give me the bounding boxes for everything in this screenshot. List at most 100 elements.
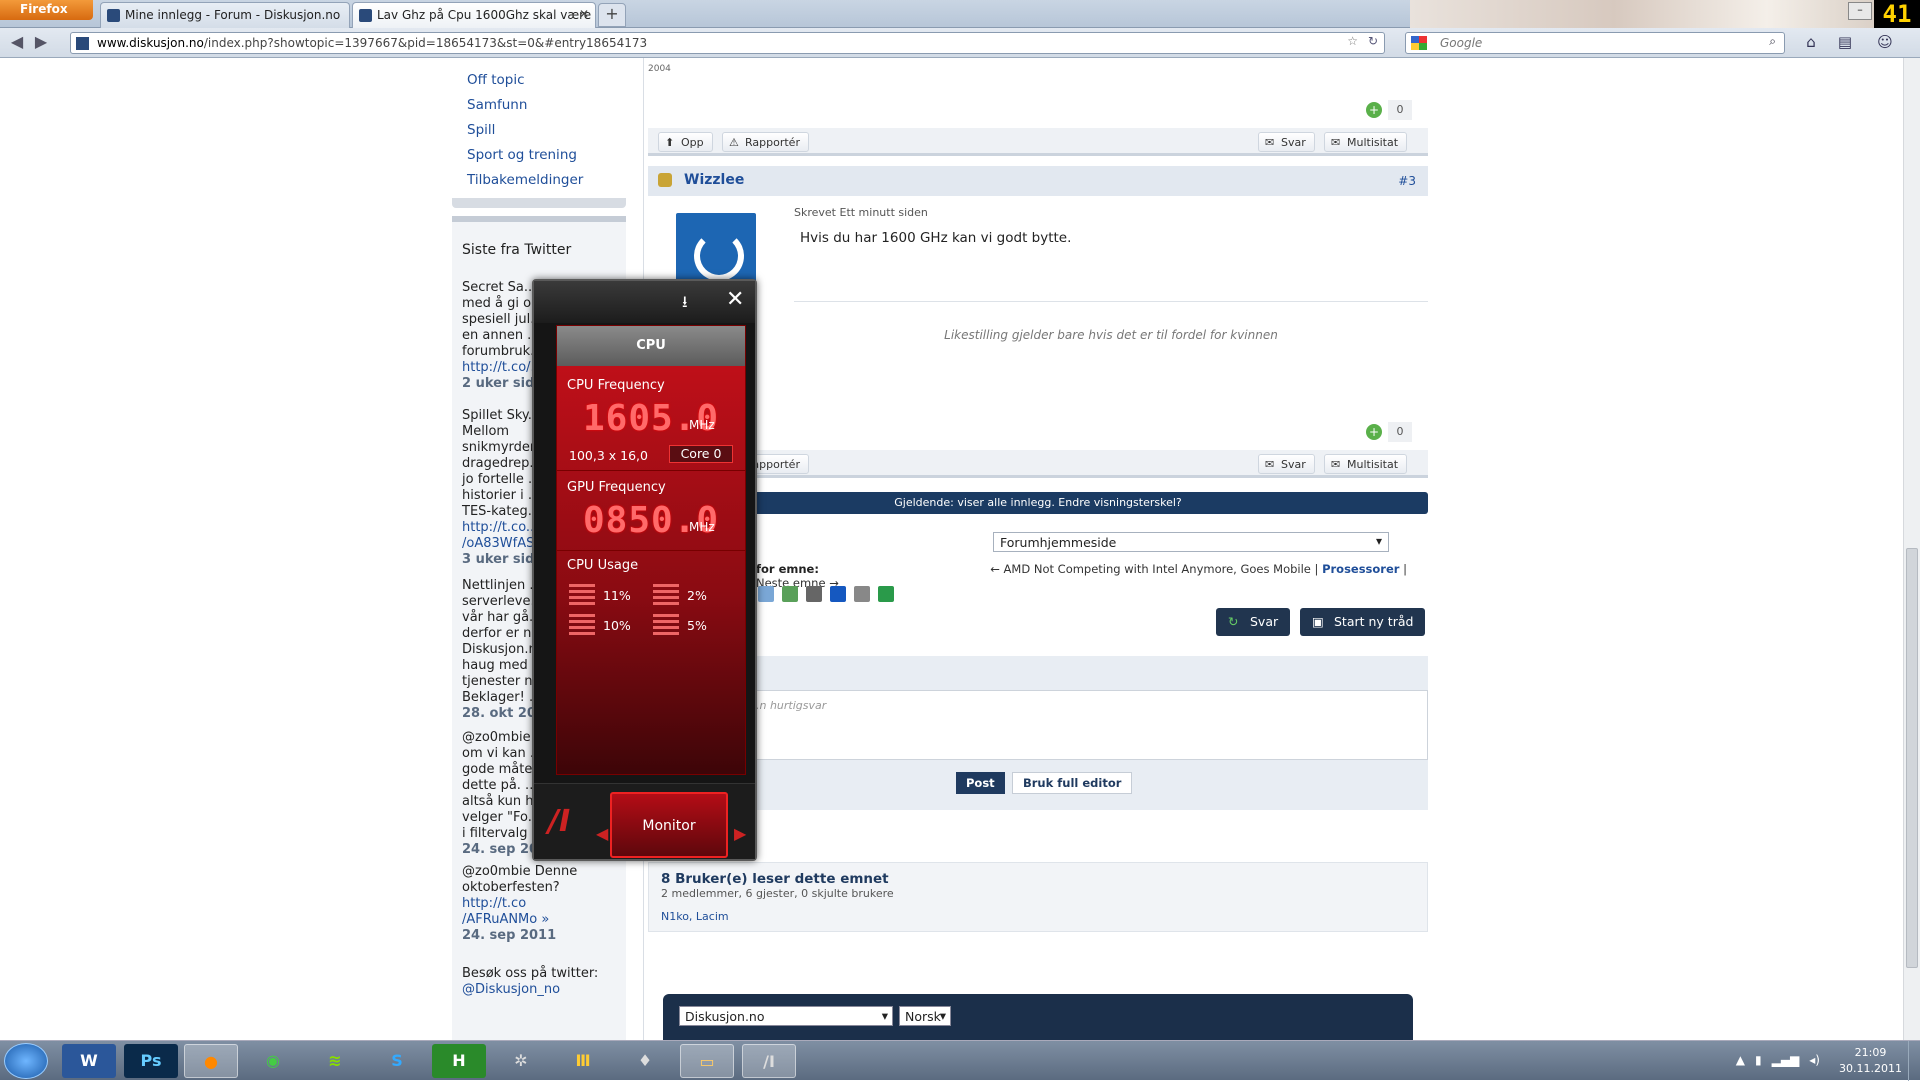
twitter-handle-link[interactable]: @Diskusjon_no xyxy=(462,982,560,997)
word-icon[interactable]: W xyxy=(62,1044,116,1078)
volume-icon[interactable]: ◂) xyxy=(1809,1053,1820,1067)
photoshop-icon[interactable]: Ps xyxy=(124,1044,178,1078)
cpu-header: CPU xyxy=(557,326,745,366)
firefox-icon[interactable]: ● xyxy=(184,1044,238,1078)
address-bar[interactable]: www.diskusjon.no/index.php?showtopic=139… xyxy=(70,32,1385,54)
post-action-bar: ⬆ Opp ⚠ Rapportér ✉ Svar ✉ Multisitat xyxy=(648,128,1428,156)
arrow-left-icon[interactable]: ◀ xyxy=(596,824,608,843)
new-tab-button[interactable]: + xyxy=(598,3,626,27)
delicious-icon[interactable] xyxy=(830,586,846,602)
language-select[interactable]: Norsk xyxy=(899,1006,951,1026)
visibility-bar[interactable]: Gjeldende: viser alle innlegg. Endre vis… xyxy=(648,492,1428,514)
gpu-frequency-unit: MHz xyxy=(689,520,715,534)
up-button[interactable]: ⬆ Opp xyxy=(658,132,713,152)
page-scrollbar[interactable] xyxy=(1903,58,1920,1040)
signal-icon[interactable]: ▂▄▆ xyxy=(1772,1053,1800,1067)
reply-topic-button[interactable]: ↻ Svar xyxy=(1216,608,1291,636)
show-desktop-button[interactable] xyxy=(1908,1041,1920,1081)
post-action-bar: ⚠Rapportér ✉Svar ✉Multisitat xyxy=(648,450,1428,478)
close-tab-icon[interactable]: ✕ xyxy=(579,7,589,21)
reply-button[interactable]: ✉ Svar xyxy=(1258,132,1315,152)
network-icon[interactable]: ▮ xyxy=(1755,1053,1762,1067)
tweet-link[interactable]: http://t.co/... xyxy=(462,360,543,375)
bookmarks-icon[interactable]: ▤ xyxy=(1834,33,1856,53)
reply-button[interactable]: ✉ Svar xyxy=(1258,454,1315,474)
site-select[interactable]: Diskusjon.no xyxy=(679,1006,893,1026)
email-icon[interactable] xyxy=(758,586,774,602)
usage-value: 2% xyxy=(687,588,707,603)
google-icon xyxy=(1411,36,1427,50)
category-link[interactable]: Off topic xyxy=(467,72,525,88)
quick-reply-textarea[interactable]: ...n hurtigsvar xyxy=(648,690,1428,760)
user-icon xyxy=(658,173,672,187)
previous-topic-link[interactable]: ← AMD Not Competing with Intel Anymore, … xyxy=(990,562,1311,576)
rep-plus-icon[interactable]: + xyxy=(1366,424,1382,440)
digg-icon[interactable] xyxy=(854,586,870,602)
spotify-icon[interactable]: ≋ xyxy=(308,1044,362,1078)
category-link[interactable]: Sport og trening xyxy=(467,147,577,163)
tweet-link[interactable]: /AFRuANMo » xyxy=(462,912,549,927)
new-thread-button[interactable]: ▣ Start ny tråd xyxy=(1300,608,1426,636)
bars-app-icon[interactable]: Ⅲ xyxy=(556,1044,610,1078)
skype-icon[interactable]: S xyxy=(370,1044,424,1078)
download-icon[interactable]: ⭳ xyxy=(682,291,688,318)
system-clock[interactable]: 21:09 30.11.2011 xyxy=(1839,1045,1902,1077)
app-icon[interactable]: H xyxy=(432,1044,486,1078)
addon-icon[interactable]: ☺ xyxy=(1874,33,1896,53)
search-input[interactable]: Google ⌕ xyxy=(1405,32,1785,54)
warning-icon: ⚠ xyxy=(729,136,739,149)
divider xyxy=(557,550,745,551)
ai-suite-icon[interactable]: /I xyxy=(742,1044,796,1078)
forward-icon[interactable]: ▶ xyxy=(30,32,52,54)
bookmark-star-icon[interactable]: ☆ xyxy=(1347,34,1358,48)
close-icon[interactable]: ✕ xyxy=(726,287,744,312)
search-icon[interactable]: ⌕ xyxy=(1769,34,1776,49)
multiquote-button[interactable]: ✉ Multisitat xyxy=(1324,454,1408,474)
diskusjon-favicon xyxy=(107,9,120,22)
usage-bar xyxy=(653,614,679,636)
tab-mine-innlegg[interactable]: Mine innlegg - Forum - Diskusjon.no xyxy=(100,2,350,28)
start-button[interactable] xyxy=(4,1043,48,1079)
report-button[interactable]: ⚠Rapportér xyxy=(722,132,809,152)
post-button[interactable]: Post xyxy=(956,772,1005,794)
print-icon[interactable] xyxy=(806,586,822,602)
post-number-link[interactable]: #3 xyxy=(1398,174,1416,188)
skyrim-icon[interactable]: ♦ xyxy=(618,1044,672,1078)
cpu-frequency-label: CPU Frequency xyxy=(567,378,665,393)
username-link[interactable]: Wizzlee xyxy=(684,172,744,188)
tab-lav-ghz[interactable]: Lav Ghz på Cpu 1600Ghz skal være 3,... ✕ xyxy=(352,2,596,28)
readers-users[interactable]: N1ko, Lacim xyxy=(661,910,1415,923)
minimize-icon[interactable]: – xyxy=(1848,2,1872,20)
reload-icon[interactable]: ↻ xyxy=(1368,34,1378,48)
show-hidden-icons-icon[interactable]: ▲ xyxy=(1736,1053,1745,1067)
forum-jump-select[interactable]: Forumhjemmeside xyxy=(993,532,1389,552)
system-tray: ▲ ▮ ▂▄▆ ◂) xyxy=(1736,1053,1820,1067)
category-link[interactable]: Spill xyxy=(467,122,495,138)
monitor-button[interactable]: Monitor xyxy=(610,792,728,858)
chrome-icon[interactable]: ◉ xyxy=(246,1044,300,1078)
forum-link[interactable]: Prosessorer xyxy=(1322,562,1399,576)
core-selector[interactable]: Core 0 xyxy=(669,445,733,463)
download-icon[interactable] xyxy=(782,586,798,602)
rep-plus-icon[interactable]: + xyxy=(1366,102,1382,118)
steam-icon[interactable]: ✲ xyxy=(494,1044,548,1078)
home-icon[interactable]: ⌂ xyxy=(1800,33,1822,53)
scrollbar-thumb[interactable] xyxy=(1906,548,1918,968)
category-link[interactable]: Tilbakemeldinger xyxy=(467,172,583,188)
post-body: Hvis du har 1600 GHz kan vi godt bytte. xyxy=(800,230,1072,246)
full-editor-button[interactable]: Bruk full editor xyxy=(1012,772,1133,794)
tab-title: Lav Ghz på Cpu 1600Ghz skal være 3,... xyxy=(377,8,596,22)
arrow-up-icon: ⬆ xyxy=(665,136,675,149)
multiquote-button[interactable]: ✉ Multisitat xyxy=(1324,132,1408,152)
back-icon[interactable]: ◀ xyxy=(6,32,28,54)
firefox-menu-button[interactable]: Firefox xyxy=(0,0,93,20)
arrow-right-icon[interactable]: ▶ xyxy=(734,824,746,843)
category-link[interactable]: Samfunn xyxy=(467,97,527,113)
explorer-icon[interactable]: ▭ xyxy=(680,1044,734,1078)
widget-titlebar[interactable] xyxy=(534,281,755,323)
stumbleupon-icon[interactable] xyxy=(878,586,894,602)
category-box-bottom xyxy=(452,198,626,208)
tweet-link[interactable]: http://t.co xyxy=(462,896,526,911)
cpu-monitor-widget[interactable]: ⭳ ✕ CPU CPU Frequency 1605.0 MHz 100,3 x… xyxy=(532,279,757,861)
tweet-link[interactable]: http://t.co... xyxy=(462,520,538,535)
